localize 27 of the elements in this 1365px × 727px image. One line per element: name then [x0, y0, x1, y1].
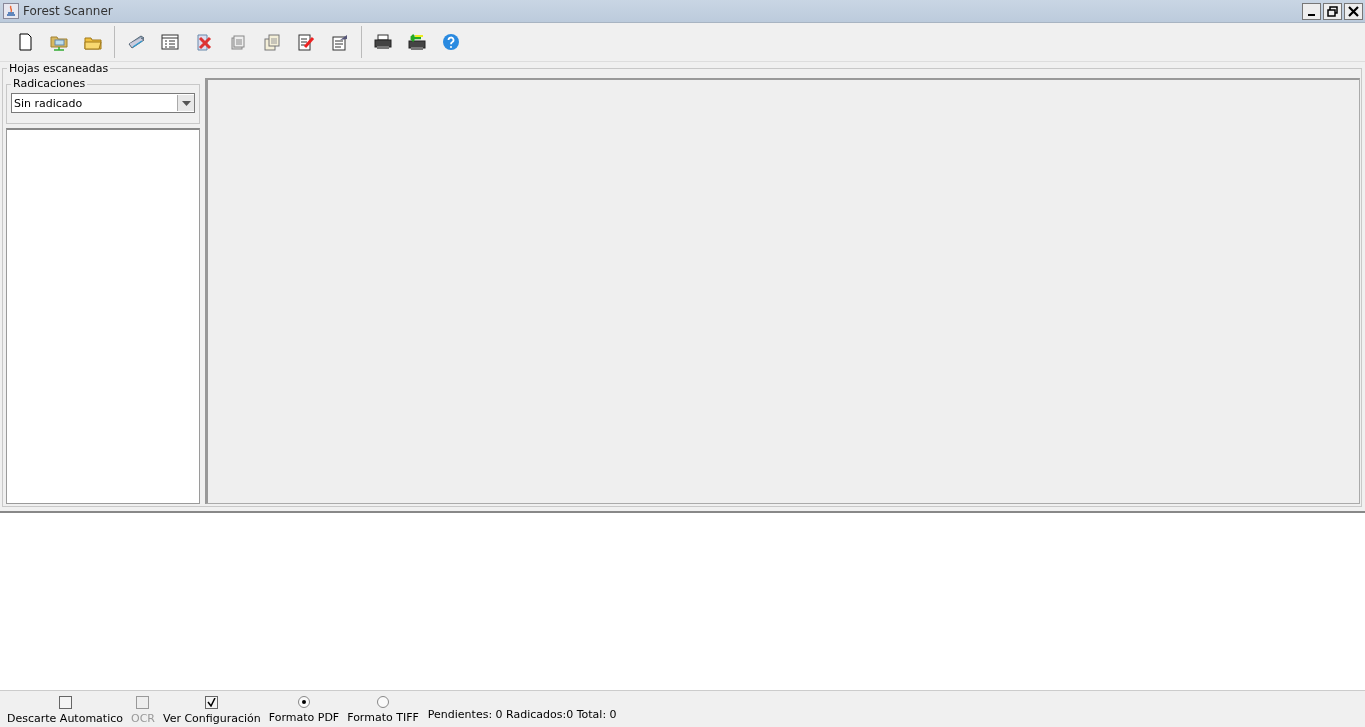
close-button[interactable]	[1344, 2, 1363, 20]
edit-document-button[interactable]	[295, 31, 317, 53]
option-label: Formato TIFF	[346, 711, 420, 724]
copy-documents-button[interactable]	[261, 31, 283, 53]
radio-button[interactable]	[298, 696, 310, 708]
minimize-button[interactable]	[1302, 2, 1321, 20]
minimize-icon	[1308, 14, 1315, 16]
app-icon	[3, 3, 19, 19]
printer-send-button[interactable]	[406, 31, 428, 53]
restore-icon	[1326, 4, 1339, 18]
help-button[interactable]	[440, 31, 462, 53]
restore-button[interactable]	[1323, 2, 1342, 20]
window-title: Forest Scanner	[23, 4, 114, 18]
option-label: Formato PDF	[267, 711, 341, 724]
option-label: OCR	[130, 712, 156, 725]
checkbox[interactable]	[58, 696, 72, 709]
radio-button[interactable]	[377, 696, 389, 708]
close-icon	[1347, 4, 1360, 18]
panel-title: Radicaciones	[11, 77, 88, 90]
panel-title: Hojas escaneadas	[7, 62, 111, 75]
list-window-button[interactable]	[159, 31, 181, 53]
filing-dropdown[interactable]: Sin radicado	[11, 93, 195, 113]
checkbox[interactable]	[205, 696, 219, 709]
option-label: Descarte Automatico	[6, 712, 124, 725]
option-label: Ver Configuración	[162, 712, 262, 725]
dropdown-arrow-icon	[181, 100, 191, 106]
status-text: Pendientes: 0 Radicados:0 Total: 0	[427, 708, 617, 721]
